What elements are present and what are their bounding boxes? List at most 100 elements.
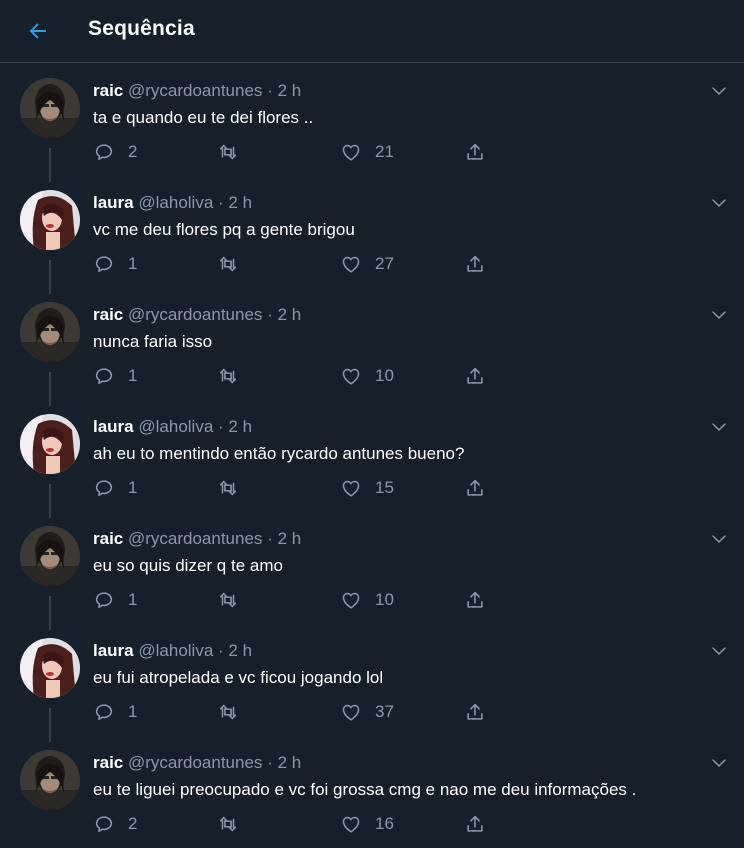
reply-button[interactable]: 1 bbox=[93, 476, 137, 500]
share-button[interactable] bbox=[464, 476, 486, 500]
like-count: 10 bbox=[375, 590, 394, 609]
avatar[interactable] bbox=[20, 414, 80, 474]
tweet[interactable]: raic @rycardoantunes · 2 h eu so quis di… bbox=[0, 512, 744, 630]
reply-count: 1 bbox=[128, 478, 138, 497]
user-handle[interactable]: @laholiva bbox=[138, 641, 213, 660]
avatar[interactable] bbox=[20, 526, 80, 586]
reply-button[interactable]: 2 bbox=[93, 140, 137, 164]
tweet[interactable]: raic @rycardoantunes · 2 h eu te liguei … bbox=[0, 736, 744, 848]
arrow-left-icon[interactable] bbox=[26, 19, 50, 43]
user-handle[interactable]: @laholiva bbox=[138, 193, 213, 212]
tweet[interactable]: laura @laholiva · 2 h ah eu to mentindo … bbox=[0, 400, 744, 518]
display-name[interactable]: laura bbox=[93, 641, 134, 660]
user-handle[interactable]: @rycardoantunes bbox=[128, 753, 262, 772]
share-button[interactable] bbox=[464, 364, 486, 388]
heart-icon bbox=[342, 144, 360, 161]
retweet-icon bbox=[219, 592, 237, 608]
like-button[interactable]: 21 bbox=[340, 140, 394, 164]
like-button[interactable]: 10 bbox=[340, 588, 394, 612]
share-button[interactable] bbox=[464, 812, 486, 836]
share-button[interactable] bbox=[464, 252, 486, 276]
like-count: 27 bbox=[375, 254, 394, 273]
user-handle[interactable]: @rycardoantunes bbox=[128, 529, 262, 548]
reply-button[interactable]: 1 bbox=[93, 252, 137, 276]
display-name[interactable]: laura bbox=[93, 417, 134, 436]
tweet-actions: 2 21 bbox=[93, 140, 513, 164]
tweet-header: raic @rycardoantunes · 2 h bbox=[93, 305, 301, 325]
chevron-down-icon[interactable] bbox=[710, 306, 728, 324]
tweet[interactable]: laura @laholiva · 2 h eu fui atropelada … bbox=[0, 624, 744, 742]
display-name[interactable]: raic bbox=[93, 81, 123, 100]
display-name[interactable]: laura bbox=[93, 193, 134, 212]
display-name[interactable]: raic bbox=[93, 305, 123, 324]
like-count: 15 bbox=[375, 478, 394, 497]
tweet[interactable]: laura @laholiva · 2 h vc me deu flores p… bbox=[0, 176, 744, 294]
reply-count: 1 bbox=[128, 702, 138, 721]
reply-icon bbox=[95, 144, 113, 161]
timestamp[interactable]: 2 h bbox=[228, 641, 252, 660]
like-button[interactable]: 15 bbox=[340, 476, 394, 500]
heart-icon bbox=[342, 704, 360, 721]
tweet[interactable]: raic @rycardoantunes · 2 h nunca faria i… bbox=[0, 288, 744, 406]
reply-count: 1 bbox=[128, 366, 138, 385]
chevron-down-icon[interactable] bbox=[710, 82, 728, 100]
share-button[interactable] bbox=[464, 588, 486, 612]
tweet-text: ta e quando eu te dei flores .. bbox=[93, 108, 314, 127]
retweet-button[interactable] bbox=[217, 140, 239, 164]
share-icon bbox=[467, 815, 483, 832]
timestamp[interactable]: 2 h bbox=[278, 753, 302, 772]
retweet-button[interactable] bbox=[217, 700, 239, 724]
reply-icon bbox=[95, 256, 113, 273]
timestamp[interactable]: 2 h bbox=[278, 529, 302, 548]
timestamp[interactable]: 2 h bbox=[278, 305, 302, 324]
retweet-icon bbox=[219, 704, 237, 720]
retweet-button[interactable] bbox=[217, 364, 239, 388]
like-button[interactable]: 16 bbox=[340, 812, 394, 836]
chevron-down-icon[interactable] bbox=[710, 530, 728, 548]
heart-icon bbox=[342, 368, 360, 385]
tweet-header: raic @rycardoantunes · 2 h bbox=[93, 529, 301, 549]
retweet-button[interactable] bbox=[217, 252, 239, 276]
chevron-down-icon[interactable] bbox=[710, 194, 728, 212]
avatar[interactable] bbox=[20, 190, 80, 250]
reply-button[interactable]: 1 bbox=[93, 588, 137, 612]
share-button[interactable] bbox=[464, 140, 486, 164]
tweet-text: eu te liguei preocupado e vc foi grossa … bbox=[93, 780, 637, 799]
timestamp[interactable]: 2 h bbox=[278, 81, 302, 100]
heart-icon bbox=[342, 256, 360, 273]
reply-count: 1 bbox=[128, 254, 138, 273]
tweet-text: eu fui atropelada e vc ficou jogando lol bbox=[93, 668, 384, 687]
user-handle[interactable]: @rycardoantunes bbox=[128, 81, 262, 100]
reply-button[interactable]: 1 bbox=[93, 700, 137, 724]
display-name[interactable]: raic bbox=[93, 753, 123, 772]
avatar[interactable] bbox=[20, 750, 80, 810]
avatar[interactable] bbox=[20, 302, 80, 362]
heart-icon bbox=[342, 480, 360, 497]
user-handle[interactable]: @rycardoantunes bbox=[128, 305, 262, 324]
retweet-button[interactable] bbox=[217, 476, 239, 500]
avatar[interactable] bbox=[20, 78, 80, 138]
share-button[interactable] bbox=[464, 700, 486, 724]
reply-button[interactable]: 2 bbox=[93, 812, 137, 836]
share-icon bbox=[467, 255, 483, 272]
retweet-button[interactable] bbox=[217, 812, 239, 836]
chevron-down-icon[interactable] bbox=[710, 754, 728, 772]
timestamp[interactable]: 2 h bbox=[228, 193, 252, 212]
like-button[interactable]: 10 bbox=[340, 364, 394, 388]
like-button[interactable]: 37 bbox=[340, 700, 394, 724]
separator-dot: · bbox=[218, 641, 224, 660]
reply-button[interactable]: 1 bbox=[93, 364, 137, 388]
user-handle[interactable]: @laholiva bbox=[138, 417, 213, 436]
display-name[interactable]: raic bbox=[93, 529, 123, 548]
reply-count: 2 bbox=[128, 814, 138, 833]
retweet-icon bbox=[219, 144, 237, 160]
tweet-text: eu so quis dizer q te amo bbox=[93, 556, 283, 575]
like-button[interactable]: 27 bbox=[340, 252, 394, 276]
retweet-button[interactable] bbox=[217, 588, 239, 612]
tweet[interactable]: raic @rycardoantunes · 2 h ta e quando e… bbox=[0, 64, 744, 182]
chevron-down-icon[interactable] bbox=[710, 642, 728, 660]
chevron-down-icon[interactable] bbox=[710, 418, 728, 436]
retweet-icon bbox=[219, 368, 237, 384]
timestamp[interactable]: 2 h bbox=[228, 417, 252, 436]
avatar[interactable] bbox=[20, 638, 80, 698]
